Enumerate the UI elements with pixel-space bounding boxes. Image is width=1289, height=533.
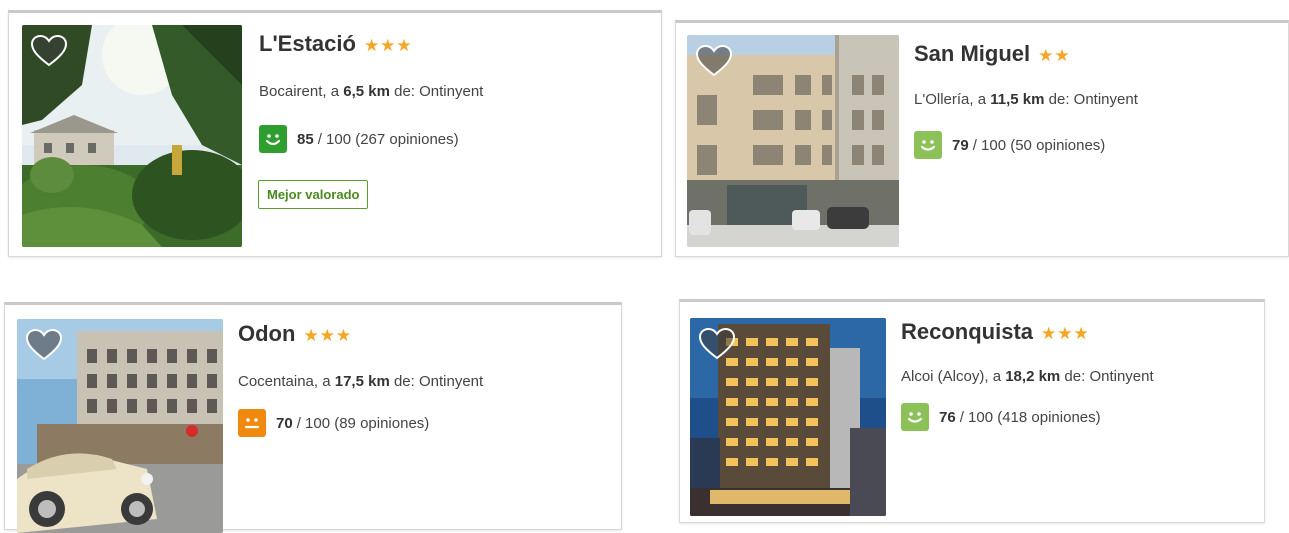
rating-details: / 100 (89 opiniones)	[296, 414, 430, 432]
star-rating-icon: ★★★	[363, 36, 413, 55]
star-rating-icon: ★★★	[1041, 324, 1090, 343]
hotel-location: Bocairent, a 6,5 km de: Ontinyent	[259, 83, 484, 100]
rating-score: 76	[939, 408, 956, 426]
hotel-rating: 76/ 100 (418 opiniones)	[901, 403, 1101, 431]
rating-details: / 100 (50 opiniones)	[972, 136, 1106, 154]
hotel-card[interactable]: L'Estació ★★★ Bocairent, a 6,5 km de: Ont…	[8, 10, 662, 257]
hotel-card[interactable]: Reconquista ★★★ Alcoi (Alcoy), a 18,2 km …	[679, 299, 1265, 523]
rating-details: / 100 (267 opiniones)	[317, 130, 459, 148]
neutral-face-icon	[238, 409, 266, 437]
top-rated-badge: Mejor valorado	[258, 180, 369, 209]
hotel-photo[interactable]	[17, 319, 223, 533]
heart-icon[interactable]	[696, 45, 732, 77]
rating-score: 79	[952, 136, 969, 154]
star-rating-icon: ★★	[1038, 46, 1071, 65]
hotel-location: L'Ollería, a 11,5 km de: Ontinyent	[914, 91, 1138, 108]
hotel-name[interactable]: Odon	[238, 321, 295, 346]
hotel-rating: 70/ 100 (89 opiniones)	[238, 409, 429, 437]
rating-score: 70	[276, 414, 293, 432]
hotel-name[interactable]: L'Estació	[259, 31, 356, 56]
rating-details: / 100 (418 opiniones)	[959, 408, 1101, 426]
star-rating-icon: ★★★	[303, 326, 353, 345]
heart-icon[interactable]	[31, 35, 67, 67]
smile-face-icon	[901, 403, 929, 431]
hotel-card[interactable]: San Miguel ★★ L'Ollería, a 11,5 km de: On…	[675, 20, 1289, 257]
hotel-card[interactable]: Odon ★★★ Cocentaina, a 17,5 km de: Ontiny…	[4, 302, 622, 533]
hotel-photo[interactable]	[687, 35, 899, 247]
rating-score: 85	[297, 130, 314, 148]
heart-icon[interactable]	[699, 328, 735, 360]
heart-icon[interactable]	[26, 329, 62, 361]
hotel-rating: 79/ 100 (50 opiniones)	[914, 131, 1105, 159]
smile-face-icon	[914, 131, 942, 159]
hotel-photo[interactable]	[690, 318, 886, 516]
hotel-name[interactable]: Reconquista	[901, 319, 1033, 344]
hotel-location: Cocentaina, a 17,5 km de: Ontinyent	[238, 373, 484, 390]
smile-face-icon	[259, 125, 287, 153]
hotel-rating: 85/ 100 (267 opiniones)	[259, 125, 459, 153]
hotel-photo[interactable]	[22, 25, 242, 247]
hotel-location: Alcoi (Alcoy), a 18,2 km de: Ontinyent	[901, 368, 1154, 385]
hotel-name[interactable]: San Miguel	[914, 41, 1030, 66]
